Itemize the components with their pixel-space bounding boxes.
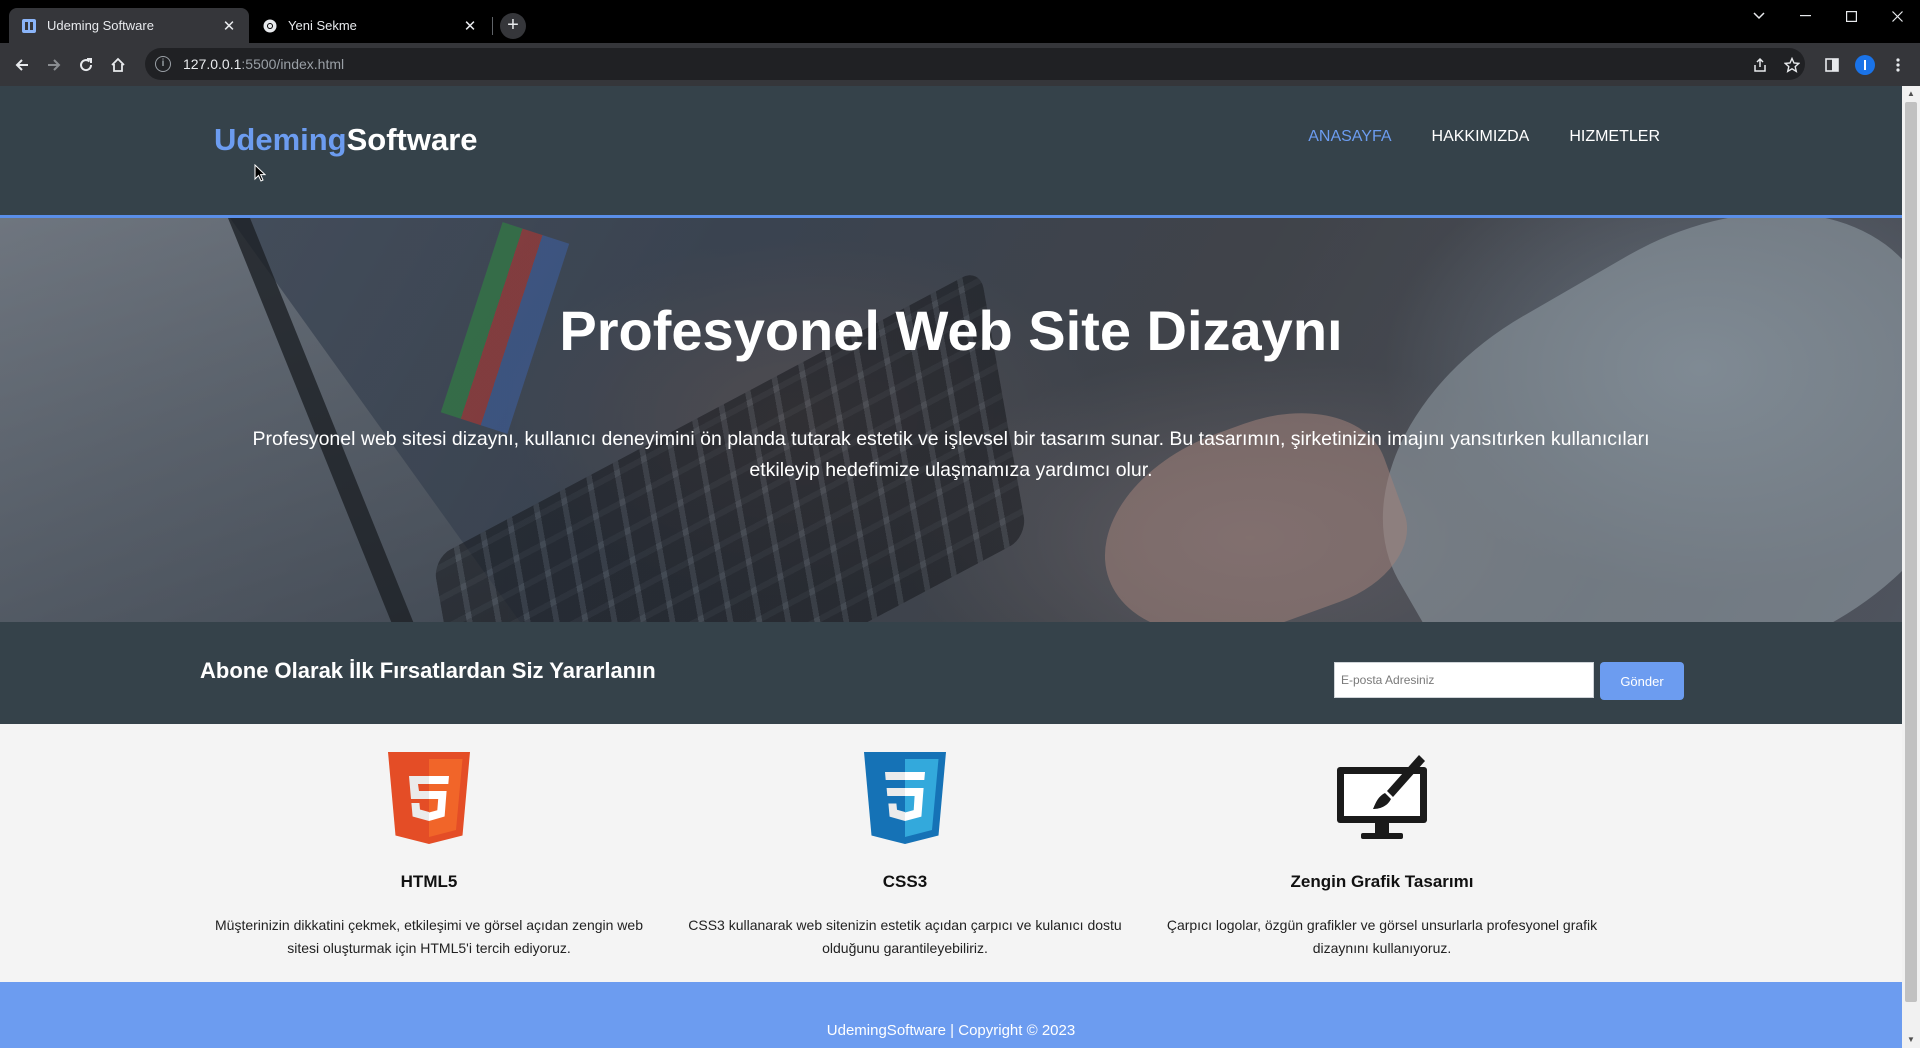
feature-title: HTML5 xyxy=(400,872,458,891)
browser-toolbar: i 127.0.0.1:5500/index.html xyxy=(0,43,1920,86)
browser-tab-new-tab[interactable]: Yeni Sekme ✕ xyxy=(250,8,490,43)
email-field[interactable] xyxy=(1334,662,1594,698)
new-tab-button[interactable]: + xyxy=(500,13,526,39)
forward-arrow-icon[interactable] xyxy=(40,51,68,79)
address-bar[interactable]: i 127.0.0.1:5500/index.html xyxy=(145,48,1805,80)
browser-tab-strip: Udeming Software ✕ Yeni Sekme ✕ + xyxy=(0,0,1920,43)
site-header: UdemingSoftware ANASAYFA HAKKIMIZDA HIZM… xyxy=(0,86,1902,218)
feature-card-graphic-design: Zengin Grafik Tasarımı Çarpıcı logolar, … xyxy=(1162,752,1602,960)
newsletter-section: Abone Olarak İlk Fırsatlardan Siz Yararl… xyxy=(0,622,1902,724)
feature-text: CSS3 kullanarak web sitenizin estetik aç… xyxy=(688,917,1122,956)
url-path: :5500/index.html xyxy=(241,56,345,72)
share-icon[interactable] xyxy=(1746,51,1774,79)
html5-icon xyxy=(209,752,649,844)
newsletter-heading: Abone Olarak İlk Fırsatlardan Siz Yararl… xyxy=(200,658,656,683)
nav-item-hizmetler[interactable]: HIZMETLER xyxy=(1569,128,1660,146)
tab-separator xyxy=(492,17,493,35)
scroll-up-icon[interactable]: ▲ xyxy=(1902,86,1920,102)
page-scrollbar[interactable]: ▲ ▼ xyxy=(1902,86,1920,1048)
brand-part-1: Udeming xyxy=(214,122,347,157)
tab-title: Udeming Software xyxy=(47,18,154,33)
tab-close-icon[interactable]: ✕ xyxy=(462,18,478,35)
hero-background-image xyxy=(1074,382,1426,622)
hero-title: Profesyonel Web Site Dizaynı xyxy=(559,299,1343,362)
reload-icon[interactable] xyxy=(72,51,100,79)
chrome-icon xyxy=(262,18,278,34)
site-info-icon[interactable]: i xyxy=(155,56,171,72)
tab-close-icon[interactable]: ✕ xyxy=(221,18,237,35)
nav-item-hakkimizda[interactable]: HAKKIMIZDA xyxy=(1432,128,1530,146)
nav-item-anasayfa[interactable]: ANASAYFA xyxy=(1308,128,1391,146)
feature-text: Müşterinizin dikkatini çekmek, etkileşim… xyxy=(215,917,643,956)
scroll-down-icon[interactable]: ▼ xyxy=(1902,1032,1920,1048)
mouse-cursor-icon xyxy=(254,164,266,182)
bookmark-star-icon[interactable] xyxy=(1778,51,1806,79)
submit-button[interactable]: Gönder xyxy=(1600,662,1684,700)
maximize-icon[interactable] xyxy=(1828,0,1874,32)
hero-showcase: Profesyonel Web Site Dizaynı Profesyonel… xyxy=(0,218,1902,622)
tab-search-icon[interactable] xyxy=(1736,0,1782,32)
css3-icon xyxy=(685,752,1125,844)
brand-part-2: Software xyxy=(346,122,478,157)
url-host: 127.0.0.1 xyxy=(183,56,242,72)
main-nav: ANASAYFA HAKKIMIZDA HIZMETLER xyxy=(1308,128,1660,146)
feature-card-html5: HTML5 Müşterinizin dikkatini çekmek, etk… xyxy=(209,752,649,960)
site-footer: UdemingSoftware | Copyright © 2023 xyxy=(0,982,1902,1048)
site-favicon-icon xyxy=(21,18,37,34)
site-logo[interactable]: UdemingSoftware xyxy=(214,122,478,158)
tab-title: Yeni Sekme xyxy=(288,18,357,33)
feature-text: Çarpıcı logolar, özgün grafikler ve görs… xyxy=(1166,917,1598,956)
back-arrow-icon[interactable] xyxy=(8,51,36,79)
browser-tab-udeming[interactable]: Udeming Software ✕ xyxy=(9,8,249,43)
profile-avatar-icon[interactable] xyxy=(1851,51,1879,79)
hero-text: Profesyonel web sitesi dizaynı, kullanıc… xyxy=(252,428,1650,481)
home-icon[interactable] xyxy=(104,51,132,79)
feature-card-css3: CSS3 CSS3 kullanarak web sitenizin estet… xyxy=(685,752,1125,960)
feature-title: CSS3 xyxy=(882,872,928,891)
feature-title: Zengin Grafik Tasarımı xyxy=(1290,872,1474,891)
monitor-brush-icon xyxy=(1162,752,1602,844)
close-window-icon[interactable] xyxy=(1874,0,1920,32)
menu-kebab-icon[interactable] xyxy=(1884,51,1912,79)
scrollbar-thumb[interactable] xyxy=(1905,102,1917,1002)
web-page: UdemingSoftware ANASAYFA HAKKIMIZDA HIZM… xyxy=(0,86,1902,1048)
footer-copyright: UdemingSoftware | Copyright © 2023 xyxy=(826,1022,1076,1039)
hero-background-image xyxy=(1315,218,1902,622)
side-panel-icon[interactable] xyxy=(1818,51,1846,79)
features-section: HTML5 Müşterinizin dikkatini çekmek, etk… xyxy=(0,724,1902,982)
minimize-icon[interactable] xyxy=(1782,0,1828,32)
